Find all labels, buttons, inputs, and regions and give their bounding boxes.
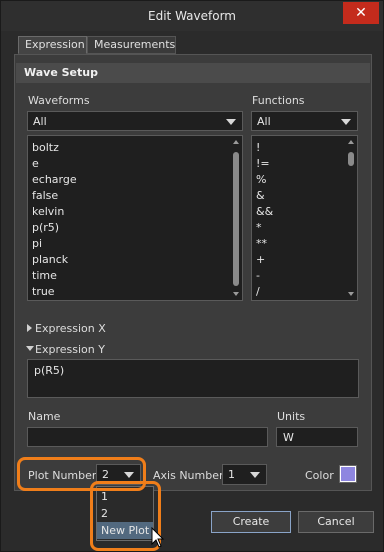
chevron-down-icon [341,119,351,125]
color-label: Color [305,469,334,482]
axis-number-label: Axis Number [153,469,224,482]
scroll-down-icon[interactable] [348,292,354,296]
create-button[interactable]: Create [211,511,291,533]
list-item[interactable]: + [256,253,265,266]
list-item[interactable]: / [256,285,260,298]
waveforms-list[interactable]: boltz e echarge false kelvin p(r5) pi pl… [27,135,243,301]
list-item[interactable]: ** [256,237,267,250]
list-item[interactable]: - [256,269,260,282]
list-item[interactable]: && [256,205,273,218]
list-item[interactable]: pi [32,237,42,250]
scroll-down-icon[interactable] [233,292,239,296]
title-bar: Edit Waveform ✕ [1,1,383,31]
expression-y-input[interactable]: p(R5) [27,359,359,398]
name-input[interactable] [27,427,268,447]
waveforms-scrollbar[interactable] [230,136,242,300]
list-item[interactable]: time [32,269,57,282]
expand-down-icon[interactable] [26,346,34,351]
waveforms-label: Waveforms [28,94,90,107]
wave-setup-title: Wave Setup [24,66,98,79]
functions-filter-select[interactable]: All [251,111,358,131]
close-button[interactable]: ✕ [343,2,379,24]
cancel-button[interactable]: Cancel [298,511,374,533]
list-item[interactable]: ! [256,141,260,154]
scroll-thumb[interactable] [233,152,239,286]
color-swatch[interactable] [339,465,357,483]
list-item[interactable]: * [256,221,262,234]
waveforms-filter-select[interactable]: All [27,111,243,131]
functions-list[interactable]: ! != % & && * ** + - / [251,135,358,301]
units-label: Units [277,410,306,423]
wave-setup-header: Wave Setup [16,63,370,83]
edit-waveform-dialog: Edit Waveform ✕ Expression Measurements … [0,0,384,552]
list-item[interactable]: p(r5) [32,221,59,234]
name-label: Name [28,410,61,423]
list-item[interactable]: kelvin [32,205,64,218]
chevron-down-icon [250,472,260,478]
functions-filter-value: All [257,115,271,128]
list-item[interactable]: boltz [32,141,59,154]
list-item[interactable]: & [256,189,265,202]
cursor-icon [151,527,165,548]
expression-x-toggle[interactable]: Expression X [35,322,106,335]
expression-y-value: p(R5) [34,364,65,377]
list-item[interactable]: true [32,285,55,298]
tab-expression[interactable]: Expression [18,36,87,54]
list-item[interactable]: false [32,189,58,202]
tab-measurements[interactable]: Measurements [87,36,176,54]
expand-right-icon[interactable] [27,324,32,332]
axis-number-value: 1 [228,468,235,481]
list-item[interactable]: != [256,157,270,170]
dialog-title: Edit Waveform [148,9,236,23]
scroll-thumb[interactable] [348,152,354,166]
units-input[interactable]: W [276,427,358,447]
waveforms-filter-value: All [33,115,47,128]
scroll-up-icon[interactable] [233,140,239,144]
scroll-up-icon[interactable] [348,140,354,144]
functions-label: Functions [252,94,305,107]
expression-y-toggle[interactable]: Expression Y [35,343,105,356]
units-value: W [283,431,294,444]
list-item[interactable]: e [32,157,39,170]
close-icon: ✕ [355,5,367,21]
functions-scrollbar[interactable] [345,136,357,300]
list-item[interactable]: planck [32,253,68,266]
axis-number-select[interactable]: 1 [222,464,267,485]
list-item[interactable]: echarge [32,173,77,186]
list-item[interactable]: % [256,173,266,186]
chevron-down-icon [226,119,236,125]
